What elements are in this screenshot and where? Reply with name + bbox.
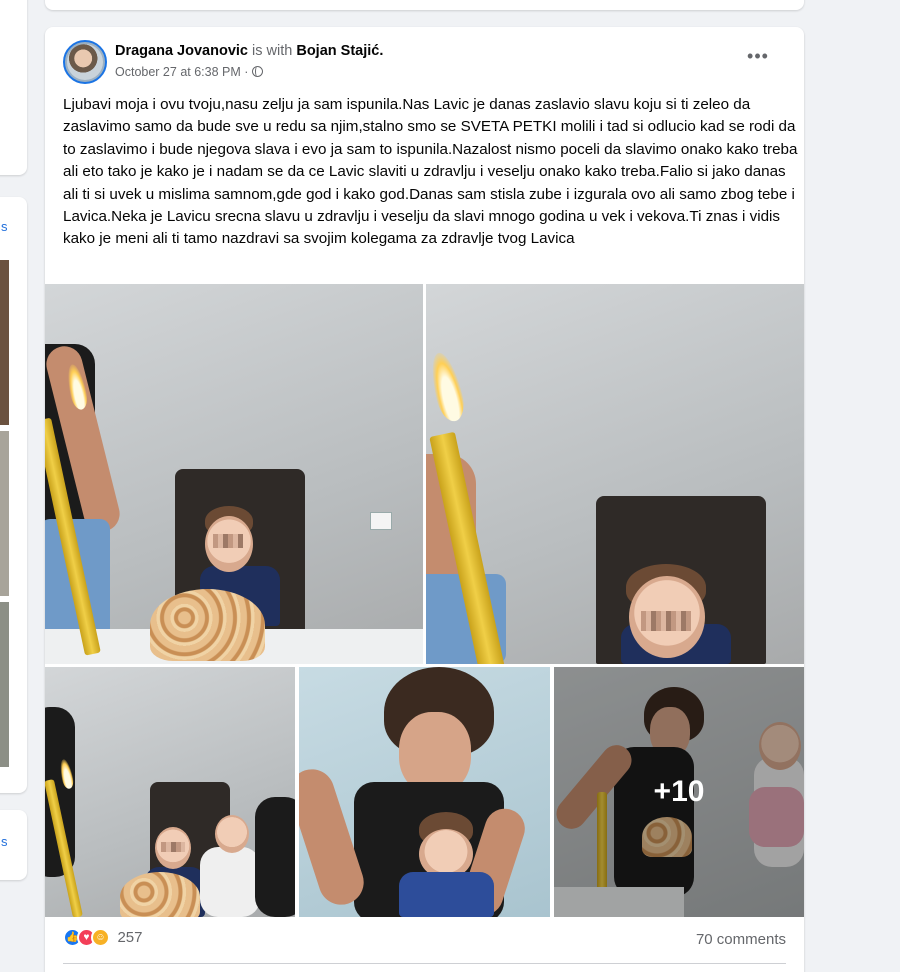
author-line: Dragana Jovanovic is with Bojan Stajić. [115, 43, 383, 59]
avatar[interactable] [63, 40, 107, 84]
post-meta: October 27 at 6:38 PM · [115, 65, 263, 79]
tagged-person[interactable]: Bojan Stajić. [296, 43, 383, 59]
with-text: is with [252, 43, 293, 59]
previous-post-card [45, 0, 804, 10]
sidebar-thumbnails [0, 260, 9, 770]
wall-outlet [370, 512, 392, 530]
post-photo[interactable] [45, 284, 423, 664]
care-icon: ☺ [91, 928, 110, 947]
more-options-button[interactable]: ••• [740, 47, 776, 74]
post-photo[interactable] [426, 284, 804, 664]
sidebar-thumb[interactable] [0, 260, 9, 425]
sidebar-link[interactable]: s [1, 834, 8, 849]
left-card-top [0, 0, 27, 175]
post-text: Ljubavi moja i ovu tvoju,nasu zelju ja s… [63, 96, 798, 248]
comments-link[interactable]: 70 comments [696, 931, 786, 948]
sidebar-thumb[interactable] [0, 431, 9, 596]
meta-separator: · [244, 65, 249, 79]
globe-icon [251, 65, 263, 77]
post-timestamp[interactable]: October 27 at 6:38 PM [115, 65, 241, 79]
reaction-count: 257 [117, 929, 143, 946]
more-photos-count[interactable]: +10 [554, 667, 804, 917]
feed-post: Dragana Jovanovic is with Bojan Stajić. … [45, 27, 804, 972]
reactions-summary[interactable]: 👍 ♥ ☺ 257 [63, 928, 142, 952]
left-card-bottom: s [0, 810, 27, 880]
sidebar-thumb[interactable] [0, 602, 9, 767]
post-photo[interactable] [45, 667, 295, 917]
sidebar-link[interactable]: s [1, 219, 8, 234]
post-photo[interactable] [299, 667, 550, 917]
post-header: Dragana Jovanovic is with Bojan Stajić. … [63, 40, 786, 84]
post-photo-more[interactable]: +10 [554, 667, 804, 917]
author-name[interactable]: Dragana Jovanovic [115, 43, 248, 59]
divider [63, 963, 786, 964]
